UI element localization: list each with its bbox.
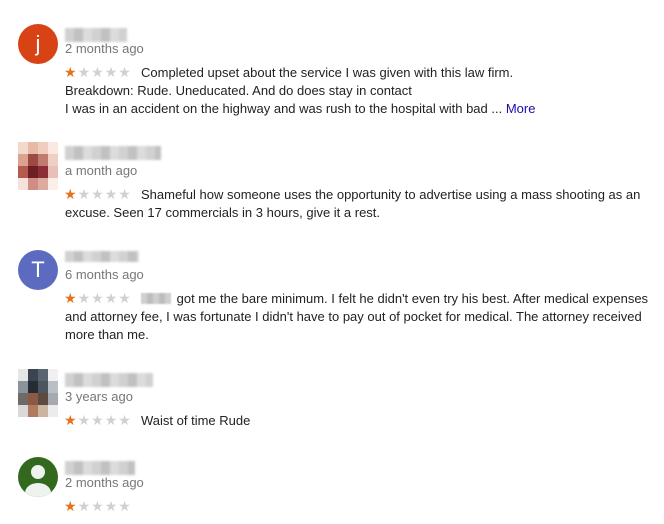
- review-time: 2 months ago: [65, 41, 144, 56]
- more-link[interactable]: More: [506, 101, 536, 116]
- review-time: 2 months ago: [65, 475, 144, 490]
- review-text: Shameful how someone uses the opportunit…: [65, 186, 655, 222]
- review-line: Breakdown: Rude. Uneducated. And do does…: [65, 83, 412, 98]
- review-line: Waist of time Rude: [141, 413, 251, 428]
- review-time: 3 years ago: [65, 389, 133, 404]
- avatar[interactable]: [18, 142, 58, 190]
- review-time: a month ago: [65, 163, 138, 178]
- avatar[interactable]: [18, 369, 58, 417]
- reviewer-name-redacted[interactable]: [65, 373, 153, 387]
- default-user-icon: [25, 465, 51, 497]
- avatar[interactable]: T: [18, 250, 58, 290]
- review-line: more than me.: [65, 327, 149, 342]
- review-line: and attorney fee, I was fortunate I didn…: [65, 309, 642, 324]
- avatar[interactable]: [18, 457, 58, 497]
- star-empty-icon: ★: [91, 498, 105, 514]
- reviewer-name-redacted[interactable]: [65, 146, 161, 160]
- review-line: I was in an accident on the highway and …: [65, 101, 536, 116]
- star-rating: ★★★★★: [64, 499, 132, 513]
- star-filled-icon: ★: [64, 498, 78, 514]
- review-time: 6 months ago: [65, 267, 144, 282]
- avatar[interactable]: j: [18, 24, 58, 64]
- star-empty-icon: ★: [118, 498, 132, 514]
- reviewer-name-redacted[interactable]: [65, 461, 135, 475]
- review-text: Completed upset about the service I was …: [65, 64, 655, 118]
- review-line: Completed upset about the service I was …: [141, 65, 514, 80]
- reviewer-name-redacted[interactable]: [65, 28, 127, 42]
- star-empty-icon: ★: [77, 498, 92, 514]
- review-line: got me the bare minimum. I felt he didn'…: [65, 290, 655, 308]
- review-text: Waist of time Rude: [65, 412, 655, 430]
- reviewer-name-redacted[interactable]: [65, 251, 139, 262]
- star-empty-icon: ★: [104, 498, 119, 514]
- review-text: got me the bare minimum. I felt he didn'…: [65, 290, 655, 344]
- review-line: excuse. Seen 17 commercials in 3 hours, …: [65, 205, 381, 220]
- attorney-name-redacted: [141, 293, 171, 304]
- review-line: Shameful how someone uses the opportunit…: [141, 187, 641, 202]
